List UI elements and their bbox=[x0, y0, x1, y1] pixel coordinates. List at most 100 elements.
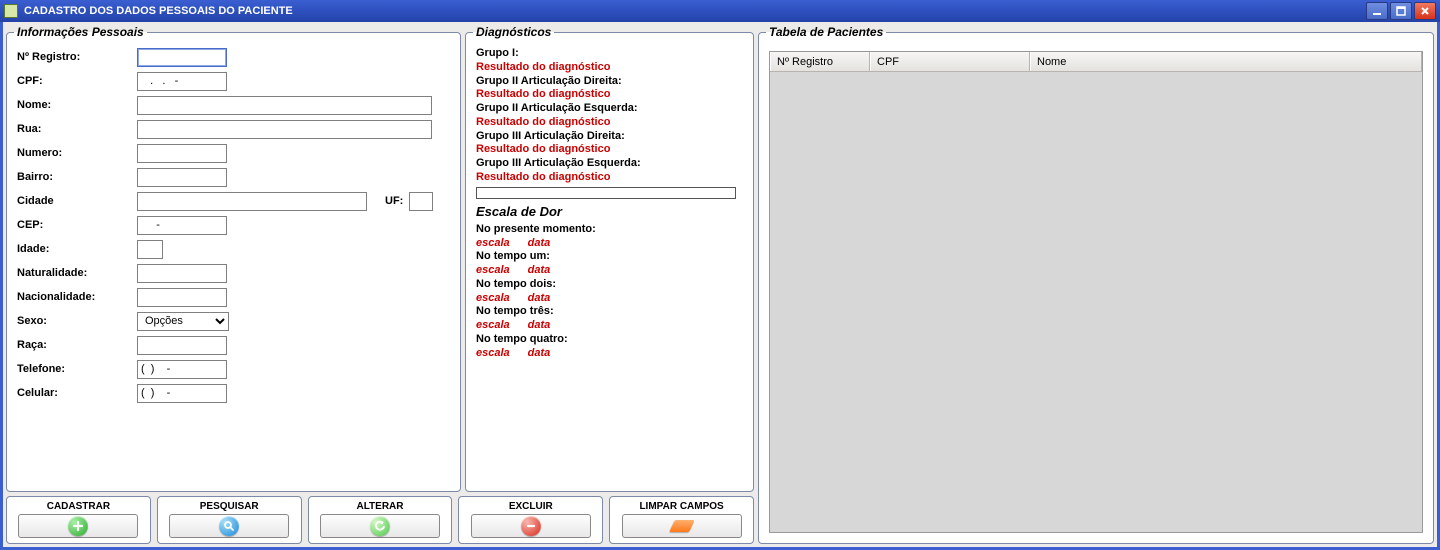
t2-escala: escala bbox=[476, 292, 510, 304]
limpar-button[interactable] bbox=[622, 514, 742, 538]
minimize-icon bbox=[1371, 5, 1383, 17]
t2-label: No tempo dois: bbox=[476, 278, 743, 292]
diagnostics-content: Grupo I: Resultado do diagnóstico Grupo … bbox=[476, 47, 743, 360]
table-body bbox=[770, 72, 1422, 532]
cidade-label: Cidade bbox=[17, 195, 137, 207]
minus-icon bbox=[521, 516, 541, 536]
progress-bar bbox=[476, 187, 736, 199]
window-controls bbox=[1366, 2, 1436, 20]
alterar-group: ALTERAR bbox=[308, 496, 453, 544]
diagnostics-panel: Diagnósticos Grupo I: Resultado do diagn… bbox=[465, 25, 754, 492]
cep-label: CEP: bbox=[17, 219, 137, 231]
rua-label: Rua: bbox=[17, 123, 137, 135]
nacionalidade-input[interactable] bbox=[137, 288, 227, 307]
maximize-button[interactable] bbox=[1390, 2, 1412, 20]
eraser-icon bbox=[669, 520, 695, 532]
patient-table-panel: Tabela de Pacientes Nº Registro CPF Nome bbox=[758, 25, 1434, 544]
col-nome[interactable]: Nome bbox=[1030, 52, 1422, 71]
alterar-caption: ALTERAR bbox=[356, 501, 403, 512]
uf-input[interactable] bbox=[409, 192, 433, 211]
g3e-result: Resultado do diagnóstico bbox=[476, 171, 743, 185]
g2e-result: Resultado do diagnóstico bbox=[476, 116, 743, 130]
cpf-label: CPF: bbox=[17, 75, 137, 87]
t0-escala: escala bbox=[476, 237, 510, 249]
g1-label: Grupo I: bbox=[476, 47, 743, 61]
t0-label: No presente momento: bbox=[476, 223, 743, 237]
nome-label: Nome: bbox=[17, 99, 137, 111]
naturalidade-label: Naturalidade: bbox=[17, 267, 137, 279]
telefone-label: Telefone: bbox=[17, 363, 137, 375]
limpar-group: LIMPAR CAMPOS bbox=[609, 496, 754, 544]
cadastrar-caption: CADASTRAR bbox=[47, 501, 110, 512]
limpar-caption: LIMPAR CAMPOS bbox=[639, 501, 723, 512]
bairro-label: Bairro: bbox=[17, 171, 137, 183]
nome-input[interactable] bbox=[137, 96, 432, 115]
left-column: Informações Pessoais Nº Registro: CPF: N… bbox=[6, 25, 754, 544]
numero-input[interactable] bbox=[137, 144, 227, 163]
registro-label: Nº Registro: bbox=[17, 51, 137, 63]
g2e-label: Grupo II Articulação Esquerda: bbox=[476, 102, 743, 116]
patient-table[interactable]: Nº Registro CPF Nome bbox=[769, 51, 1423, 533]
excluir-button[interactable] bbox=[471, 514, 591, 538]
idade-label: Idade: bbox=[17, 243, 137, 255]
refresh-icon bbox=[370, 516, 390, 536]
close-icon bbox=[1419, 5, 1431, 17]
t4-label: No tempo quatro: bbox=[476, 333, 743, 347]
sexo-select[interactable]: Opções bbox=[137, 312, 229, 331]
idade-input[interactable] bbox=[137, 240, 163, 259]
t2-data: data bbox=[528, 292, 551, 304]
personal-info-panel: Informações Pessoais Nº Registro: CPF: N… bbox=[6, 25, 461, 492]
bairro-input[interactable] bbox=[137, 168, 227, 187]
title-bar: CADASTRO DOS DADOS PESSOAIS DO PACIENTE bbox=[0, 0, 1440, 22]
telefone-input[interactable] bbox=[137, 360, 227, 379]
registro-input[interactable] bbox=[137, 48, 227, 67]
uf-label: UF: bbox=[385, 195, 403, 207]
t0-data: data bbox=[528, 237, 551, 249]
raca-input[interactable] bbox=[137, 336, 227, 355]
pain-scale-title: Escala de Dor bbox=[476, 204, 743, 220]
alterar-button[interactable] bbox=[320, 514, 440, 538]
cadastrar-group: CADASTRAR bbox=[6, 496, 151, 544]
app-body: Informações Pessoais Nº Registro: CPF: N… bbox=[0, 22, 1440, 550]
sexo-label: Sexo: bbox=[17, 315, 137, 327]
t3-data: data bbox=[528, 319, 551, 331]
pesquisar-button[interactable] bbox=[169, 514, 289, 538]
cadastrar-button[interactable] bbox=[18, 514, 138, 538]
g3e-label: Grupo III Articulação Esquerda: bbox=[476, 157, 743, 171]
close-button[interactable] bbox=[1414, 2, 1436, 20]
g2d-result: Resultado do diagnóstico bbox=[476, 88, 743, 102]
action-bar: CADASTRAR PESQUISAR ALTERAR bbox=[6, 496, 754, 544]
nacionalidade-label: Nacionalidade: bbox=[17, 291, 137, 303]
t4-escala: escala bbox=[476, 347, 510, 359]
celular-input[interactable] bbox=[137, 384, 227, 403]
t3-escala: escala bbox=[476, 319, 510, 331]
table-header: Nº Registro CPF Nome bbox=[770, 52, 1422, 72]
t3-label: No tempo três: bbox=[476, 305, 743, 319]
numero-label: Numero: bbox=[17, 147, 137, 159]
g2d-label: Grupo II Articulação Direita: bbox=[476, 75, 743, 89]
t4-data: data bbox=[528, 347, 551, 359]
t1-escala: escala bbox=[476, 264, 510, 276]
col-registro[interactable]: Nº Registro bbox=[770, 52, 870, 71]
search-icon bbox=[219, 516, 239, 536]
rua-input[interactable] bbox=[137, 120, 432, 139]
minimize-button[interactable] bbox=[1366, 2, 1388, 20]
cidade-input[interactable] bbox=[137, 192, 367, 211]
plus-icon bbox=[68, 516, 88, 536]
raca-label: Raça: bbox=[17, 339, 137, 351]
g3d-result: Resultado do diagnóstico bbox=[476, 143, 743, 157]
app-icon bbox=[4, 4, 18, 18]
personal-info-title: Informações Pessoais bbox=[14, 25, 147, 39]
cpf-input[interactable] bbox=[137, 72, 227, 91]
top-panels: Informações Pessoais Nº Registro: CPF: N… bbox=[6, 25, 754, 492]
cep-input[interactable] bbox=[137, 216, 227, 235]
g3d-label: Grupo III Articulação Direita: bbox=[476, 130, 743, 144]
naturalidade-input[interactable] bbox=[137, 264, 227, 283]
g1-result: Resultado do diagnóstico bbox=[476, 61, 743, 75]
excluir-group: EXCLUIR bbox=[458, 496, 603, 544]
t1-data: data bbox=[528, 264, 551, 276]
pesquisar-group: PESQUISAR bbox=[157, 496, 302, 544]
window-title: CADASTRO DOS DADOS PESSOAIS DO PACIENTE bbox=[24, 5, 1366, 17]
patient-table-title: Tabela de Pacientes bbox=[766, 25, 886, 39]
col-cpf[interactable]: CPF bbox=[870, 52, 1030, 71]
